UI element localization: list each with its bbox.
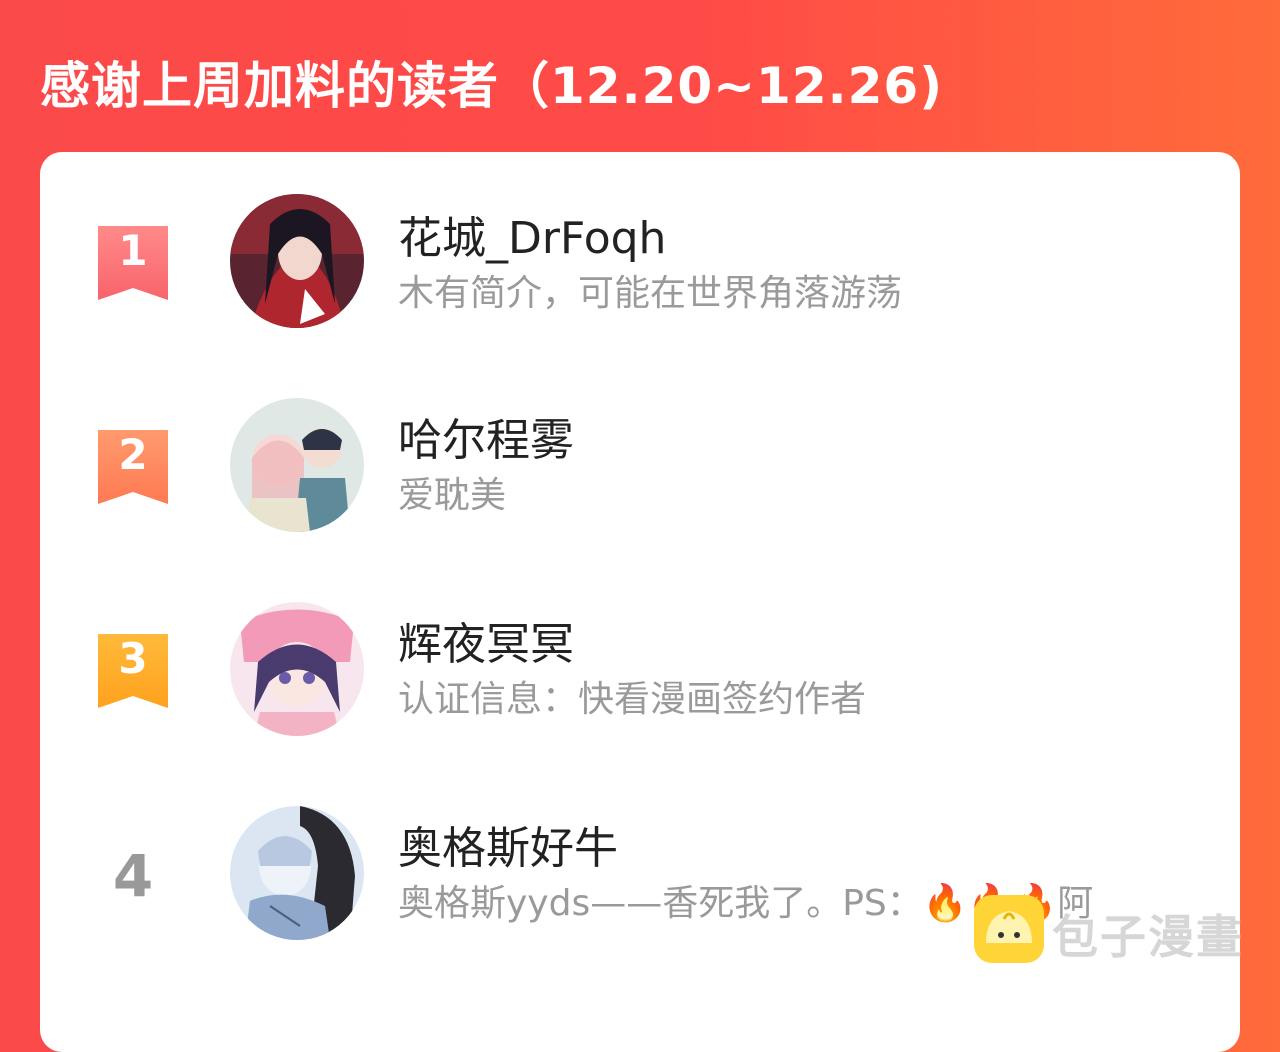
- rank-number: 4: [112, 842, 154, 910]
- reader-bio: 爱耽美: [398, 475, 507, 516]
- rank-ribbon-icon: 1: [98, 226, 168, 300]
- reader-name: 哈尔程雾: [398, 415, 574, 466]
- avatar[interactable]: [230, 194, 364, 328]
- watermark: 包子漫畫: [972, 893, 1252, 967]
- avatar[interactable]: [230, 398, 364, 532]
- reader-row-3[interactable]: 3 辉夜冥冥 认证信息：快看漫画签约作者: [40, 602, 1240, 742]
- bun-mascot-icon: [974, 895, 1044, 963]
- watermark-text: 包子漫畫: [1052, 910, 1244, 964]
- reader-bio: 木有简介，可能在世界角落游荡: [398, 273, 903, 314]
- rank-number: 2: [118, 430, 148, 479]
- reader-name: 奥格斯好牛: [398, 823, 618, 874]
- reader-row-1[interactable]: 1 花城_DrFoqh 木有简介，可能在世界角落游荡: [40, 194, 1240, 334]
- rank-number: 3: [118, 634, 148, 683]
- rank-ribbon-icon: 3: [98, 634, 168, 708]
- rank-ribbon-icon: 2: [98, 430, 168, 504]
- page-title: 感谢上周加料的读者（12.20~12.26): [40, 57, 944, 115]
- reader-bio: 认证信息：快看漫画签约作者: [398, 679, 867, 720]
- reader-name: 辉夜冥冥: [398, 619, 574, 670]
- reader-name: 花城_DrFoqh: [398, 213, 667, 264]
- avatar[interactable]: [230, 806, 364, 940]
- avatar[interactable]: [230, 602, 364, 736]
- reader-row-2[interactable]: 2 哈尔程雾 爱耽美: [40, 398, 1240, 538]
- rank-number: 1: [118, 226, 148, 275]
